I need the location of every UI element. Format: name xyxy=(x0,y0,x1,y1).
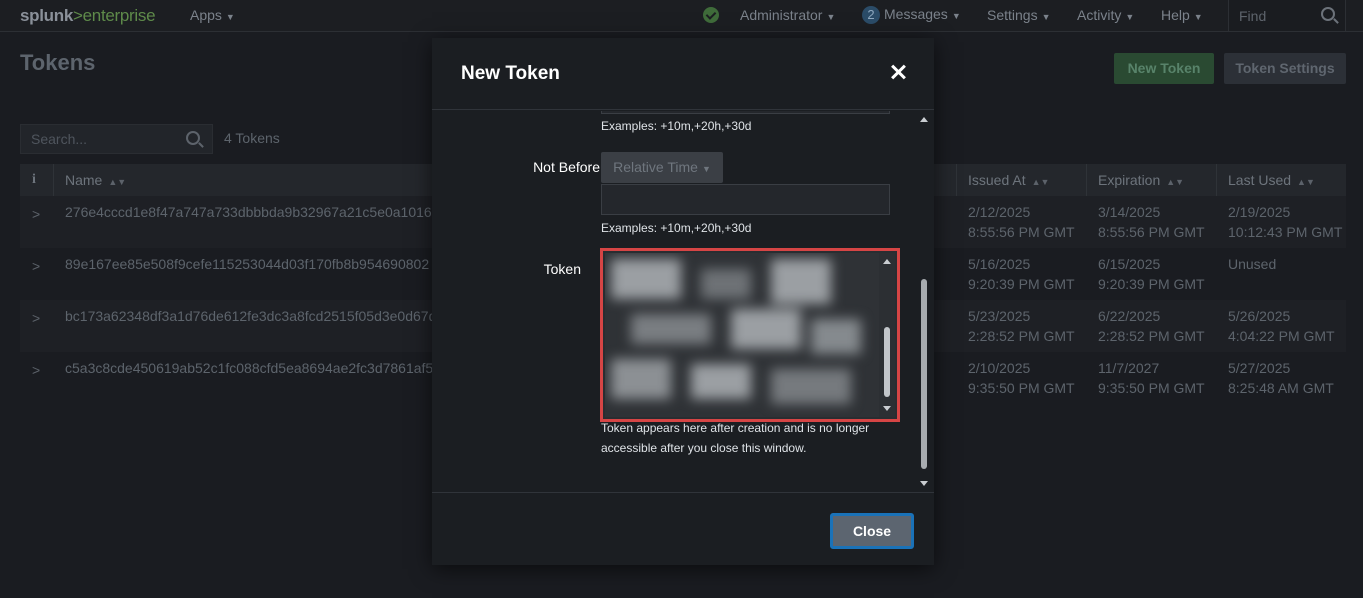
dialog-footer: Close xyxy=(432,492,934,565)
dialog-body: Examples: +10m,+20h,+30d Not Before? Rel… xyxy=(432,111,934,492)
scroll-up-icon[interactable] xyxy=(920,117,928,122)
token-scrollbar[interactable] xyxy=(879,253,895,417)
token-textarea[interactable] xyxy=(605,253,895,417)
redacted-token-value xyxy=(611,259,869,411)
new-token-dialog: New Token Examples: +10m,+20h,+30d Not B… xyxy=(432,38,934,565)
not-before-label: Not Before? xyxy=(472,159,620,179)
token-help-text: Token appears here after creation and is… xyxy=(601,421,870,455)
not-before-label-text: Not Before xyxy=(533,159,600,175)
scrollbar-thumb[interactable] xyxy=(884,327,890,397)
scrollbar-thumb[interactable] xyxy=(921,279,927,469)
dialog-title: New Token xyxy=(461,63,560,84)
scroll-down-icon[interactable] xyxy=(920,481,928,486)
close-icon[interactable] xyxy=(888,62,908,82)
not-before-examples: Examples: +10m,+20h,+30d xyxy=(601,221,752,235)
scroll-up-icon[interactable] xyxy=(883,259,891,264)
caret-down-icon: ▼ xyxy=(701,164,711,174)
relative-time-dropdown[interactable]: Relative Time ▼ xyxy=(601,152,723,183)
dialog-header: New Token xyxy=(432,38,934,110)
close-button[interactable]: Close xyxy=(830,513,914,549)
token-label: Token xyxy=(543,261,581,277)
token-textarea-highlight xyxy=(600,248,900,422)
scroll-down-icon[interactable] xyxy=(883,406,891,411)
expiration-examples: Examples: +10m,+20h,+30d xyxy=(601,119,752,133)
relative-time-label: Relative Time xyxy=(613,159,698,175)
expiration-time-input[interactable] xyxy=(601,111,890,114)
not-before-input[interactable] xyxy=(601,184,890,215)
dialog-scrollbar[interactable] xyxy=(916,111,932,492)
